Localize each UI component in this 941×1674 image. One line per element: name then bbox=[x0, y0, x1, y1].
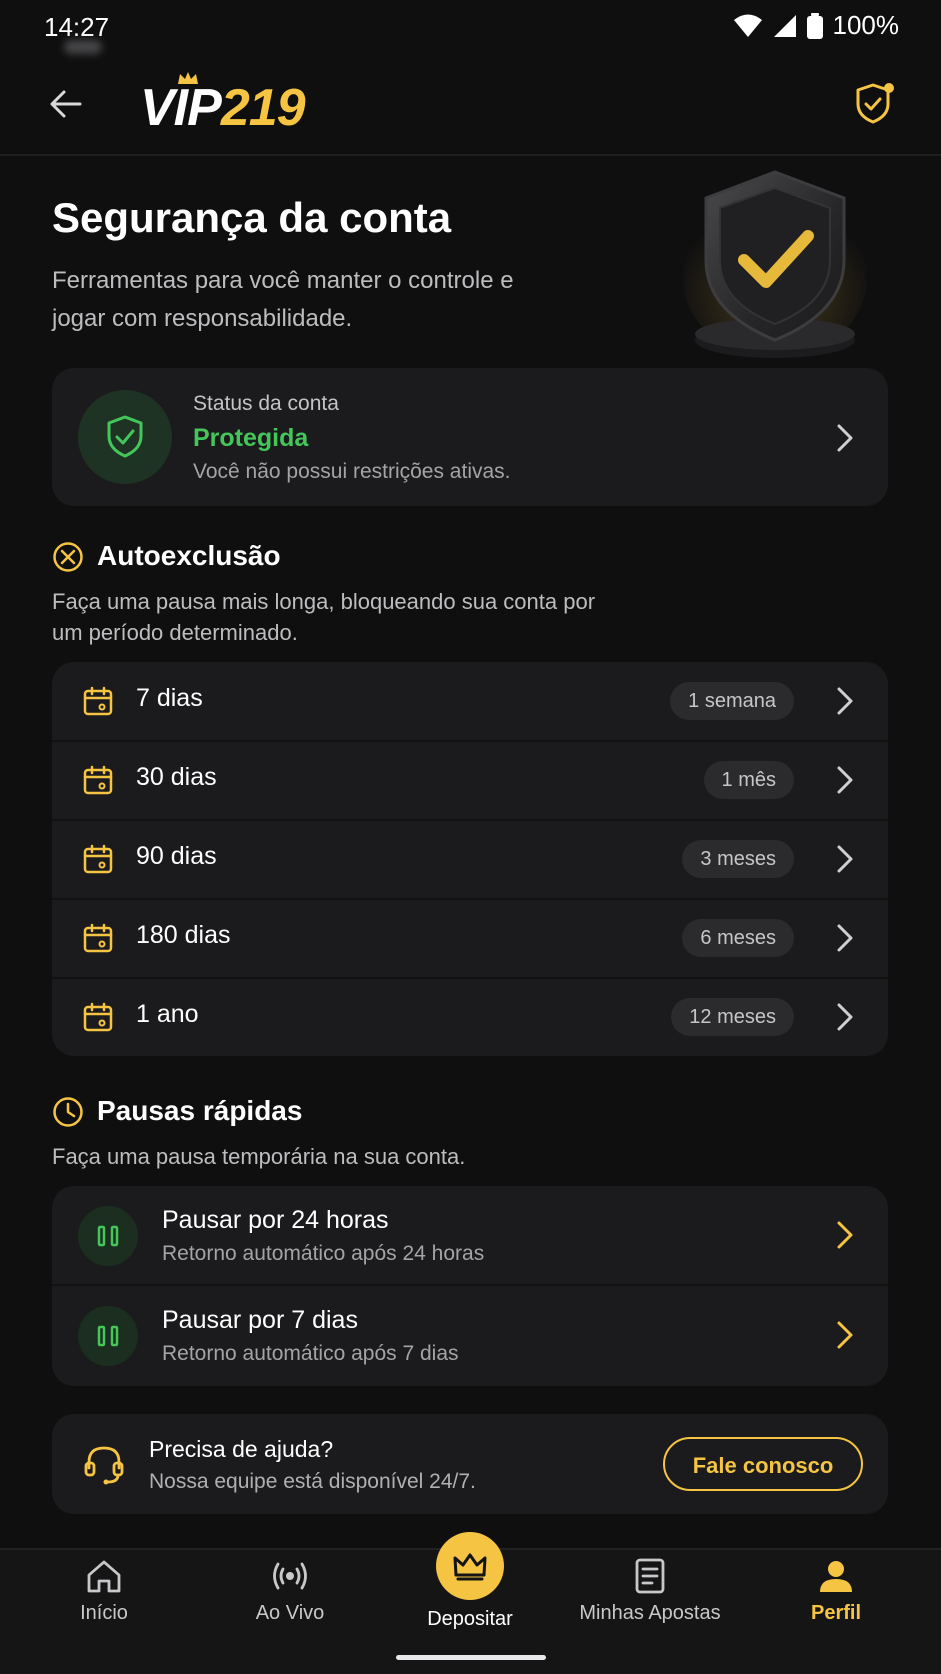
help-title: Precisa de ajuda? bbox=[149, 1436, 334, 1462]
pause-icon bbox=[97, 1225, 119, 1247]
help-description: Nossa equipe está disponível 24/7. bbox=[149, 1470, 476, 1493]
duration-badge: 1 semana bbox=[670, 682, 794, 720]
page-subtitle: Ferramentas para você manter o controle … bbox=[52, 267, 514, 332]
contact-us-button[interactable]: Fale conosco bbox=[663, 1437, 863, 1491]
chevron-right-icon bbox=[837, 424, 853, 452]
chevron-right-icon bbox=[837, 1003, 853, 1031]
battery-icon bbox=[806, 12, 823, 39]
duration-badge: 1 mês bbox=[703, 761, 794, 799]
calendar-icon bbox=[83, 765, 113, 795]
pause-option-description: Retorno automático após 7 dias bbox=[162, 1342, 459, 1365]
chevron-right-icon bbox=[837, 845, 853, 873]
nav-label: Perfil bbox=[810, 1602, 862, 1624]
signal-icon bbox=[773, 14, 796, 37]
vip219-logo: VIP 219 bbox=[140, 72, 306, 137]
nav-label: Ao Vivo bbox=[255, 1602, 325, 1624]
account-status-card[interactable] bbox=[52, 368, 888, 506]
block-x-icon bbox=[53, 542, 83, 572]
headset-icon bbox=[84, 1446, 124, 1485]
battery-percent: 100% bbox=[832, 10, 900, 40]
self-exclusion-list: 7 dias 1 semana 30 dias 1 mês 90 dias 3 … bbox=[52, 662, 888, 1056]
status-shield-badge bbox=[78, 390, 172, 484]
quick-pauses-title: Pausas rápidas bbox=[97, 1095, 303, 1126]
live-icon bbox=[273, 1562, 307, 1590]
nav-item-perfil[interactable]: Perfil bbox=[756, 1556, 916, 1625]
chevron-right-icon bbox=[837, 924, 853, 952]
nav-label: Início bbox=[80, 1602, 128, 1624]
calendar-icon bbox=[83, 844, 113, 874]
option-label: 1 ano bbox=[136, 1000, 199, 1028]
list-item-1-ano[interactable]: 1 ano 12 meses bbox=[52, 978, 888, 1056]
chevron-right-icon bbox=[837, 687, 853, 715]
logo-number-text: 219 bbox=[220, 79, 306, 137]
status-blur bbox=[64, 40, 102, 54]
list-item-pause-7d[interactable]: Pausar por 7 dias Retorno automático apó… bbox=[52, 1286, 888, 1384]
nav-label-depositar[interactable]: Depositar bbox=[390, 1608, 550, 1631]
page-title: Segurança da conta bbox=[52, 194, 452, 241]
crown-icon bbox=[453, 1553, 487, 1581]
pause-icon bbox=[97, 1325, 119, 1347]
chevron-right-icon bbox=[837, 1321, 853, 1349]
logo-vip-text: VIP bbox=[140, 79, 222, 137]
quick-pauses-list: Pausar por 24 horas Retorno automático a… bbox=[52, 1186, 888, 1386]
shield-check-icon bbox=[107, 415, 143, 458]
duration-badge: 6 meses bbox=[682, 919, 794, 957]
chevron-right-icon bbox=[837, 1221, 853, 1249]
account-status-value: Protegida bbox=[193, 424, 309, 452]
status-icons: 100% bbox=[733, 10, 900, 41]
chevron-right-icon bbox=[837, 766, 853, 794]
list-item-pause-24h[interactable]: Pausar por 24 horas Retorno automático a… bbox=[52, 1186, 888, 1286]
pause-option-title: Pausar por 24 horas bbox=[162, 1206, 389, 1234]
duration-badge: 3 meses bbox=[682, 840, 794, 878]
header-divider bbox=[0, 154, 941, 156]
deposit-button[interactable] bbox=[436, 1532, 504, 1600]
self-exclusion-title: Autoexclusão bbox=[97, 540, 281, 571]
home-icon bbox=[87, 1560, 121, 1593]
pause-badge bbox=[78, 1206, 138, 1266]
wifi-icon bbox=[733, 14, 762, 37]
logo-crown-icon bbox=[178, 72, 198, 84]
nav-item-inicio[interactable]: Início bbox=[24, 1556, 184, 1625]
nav-label: Minhas Apostas bbox=[579, 1602, 721, 1624]
option-label: 7 dias bbox=[136, 684, 203, 712]
list-item-90-dias[interactable]: 90 dias 3 meses bbox=[52, 820, 888, 900]
option-label: 90 dias bbox=[136, 842, 217, 870]
pause-option-title: Pausar por 7 dias bbox=[162, 1306, 358, 1334]
quick-pauses-description: Faça uma pausa temporária na sua conta. bbox=[52, 1144, 466, 1169]
nav-item-minhas-apostas[interactable]: Minhas Apostas bbox=[570, 1556, 730, 1625]
option-label: 180 dias bbox=[136, 921, 231, 949]
self-exclusion-description: Faça uma pausa mais longa, bloqueando su… bbox=[52, 589, 596, 645]
back-arrow-icon[interactable] bbox=[46, 84, 86, 124]
bets-icon bbox=[635, 1558, 665, 1594]
home-indicator bbox=[396, 1655, 546, 1660]
profile-icon bbox=[820, 1561, 852, 1592]
option-label: 30 dias bbox=[136, 763, 217, 791]
account-status-label: Status da conta bbox=[193, 392, 339, 415]
pause-badge bbox=[78, 1306, 138, 1366]
duration-badge: 12 meses bbox=[671, 998, 794, 1036]
list-item-7-dias[interactable]: 7 dias 1 semana bbox=[52, 662, 888, 742]
list-item-30-dias[interactable]: 30 dias 1 mês bbox=[52, 741, 888, 821]
calendar-icon bbox=[83, 923, 113, 953]
clock-icon bbox=[53, 1097, 83, 1127]
pause-option-description: Retorno automático após 24 horas bbox=[162, 1242, 485, 1265]
list-item-180-dias[interactable]: 180 dias 6 meses bbox=[52, 899, 888, 979]
security-shield-icon[interactable] bbox=[853, 80, 897, 126]
account-status-description: Você não possui restrições ativas. bbox=[193, 460, 511, 483]
status-time: 14:27 bbox=[44, 12, 110, 42]
nav-item-ao-vivo[interactable]: Ao Vivo bbox=[210, 1556, 370, 1625]
calendar-icon bbox=[83, 686, 113, 716]
calendar-icon bbox=[83, 1002, 113, 1032]
hero-shield-icon bbox=[683, 170, 867, 358]
